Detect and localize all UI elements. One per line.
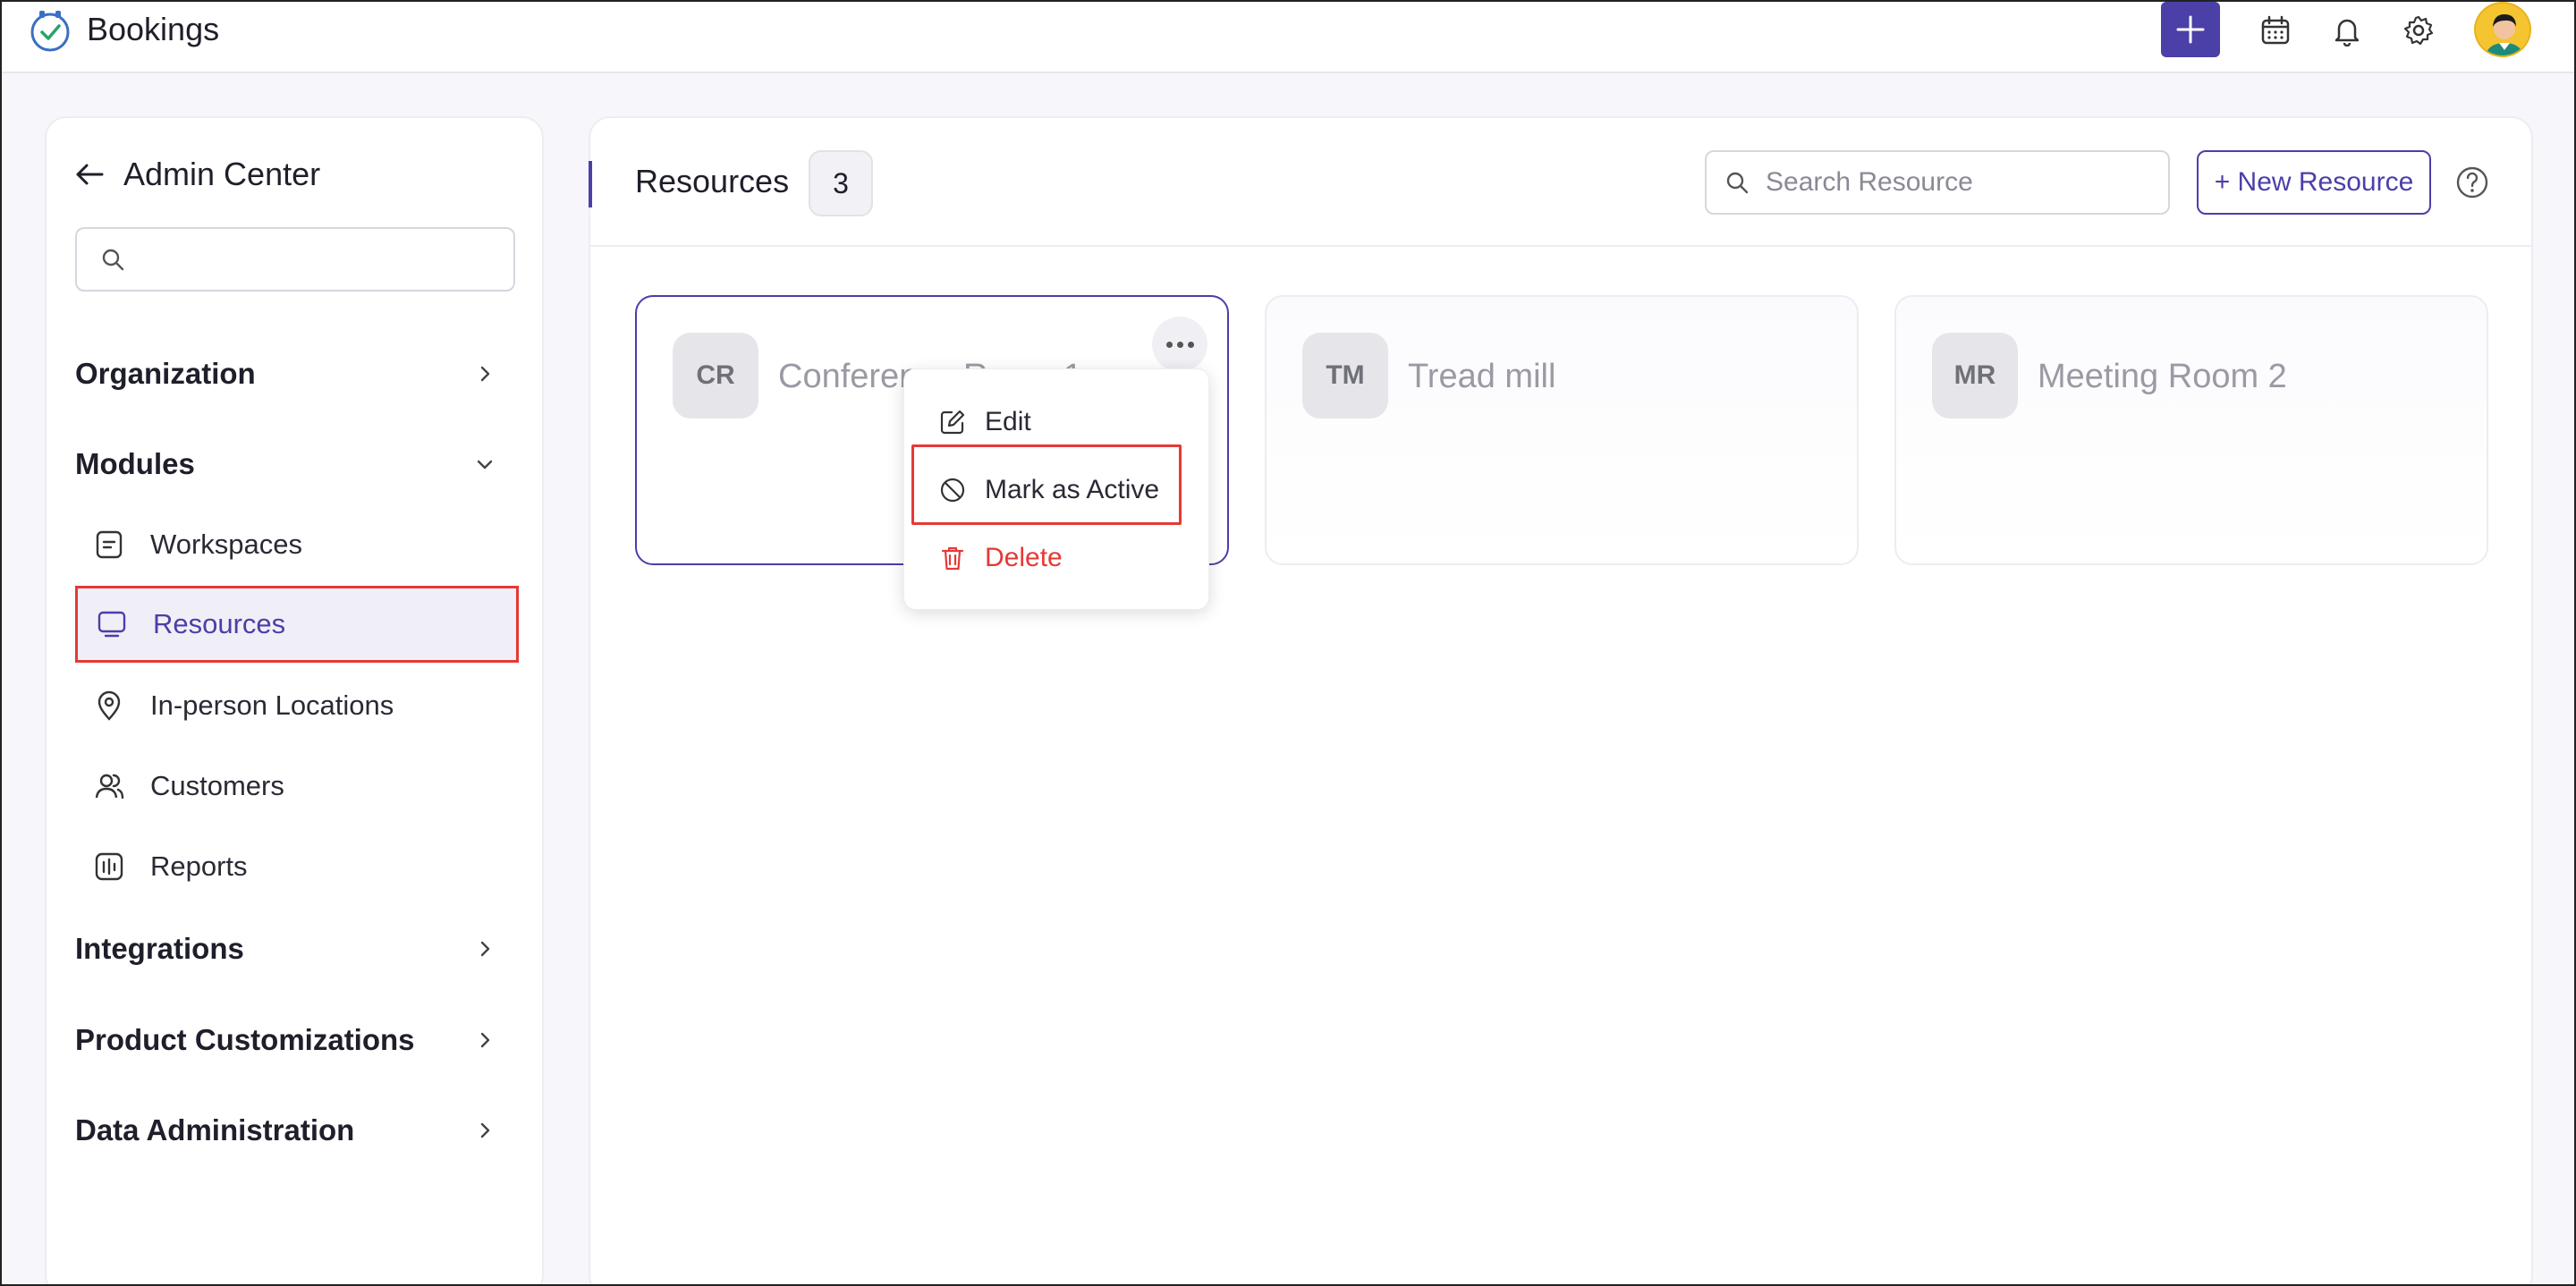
- nav-section-organization[interactable]: Organization: [75, 347, 496, 401]
- nav-section-label: Product Customizations: [75, 1023, 415, 1056]
- user-avatar[interactable]: [2474, 2, 2531, 57]
- chevron-right-icon: [480, 1032, 490, 1048]
- sidebar-item-label: In-person Locations: [150, 690, 394, 721]
- sidebar-search[interactable]: [75, 227, 515, 292]
- sidebar-item-reports[interactable]: Reports: [75, 828, 519, 905]
- new-resource-button[interactable]: + New Resource: [2197, 150, 2431, 215]
- resources-panel: Resources 3 + New Resource CR Conference…: [589, 116, 2533, 1286]
- nav-section-label: Modules: [75, 447, 195, 480]
- app-title: Bookings: [87, 11, 220, 47]
- sidebar-item-workspaces[interactable]: Workspaces: [75, 506, 519, 583]
- bell-icon: [2334, 19, 2360, 47]
- sidebar-item-in-person-locations[interactable]: In-person Locations: [75, 667, 519, 744]
- menu-item-delete[interactable]: Delete: [938, 543, 1063, 573]
- users-icon: [91, 768, 127, 804]
- calendar-icon: [2261, 15, 2290, 45]
- back-to-admin-center[interactable]: Admin Center: [73, 156, 320, 193]
- monitor-icon: [94, 606, 130, 642]
- resource-initials: MR: [1932, 333, 2018, 419]
- app-logo-icon: [30, 11, 70, 52]
- resource-name: Tread mill: [1408, 358, 1556, 395]
- resource-search-input[interactable]: [1766, 167, 2141, 198]
- sidebar-item-label: Customers: [150, 770, 284, 801]
- chevron-right-icon: [480, 1122, 490, 1138]
- resource-card[interactable]: MR Meeting Room 2: [1894, 295, 2488, 565]
- menu-item-label: Mark as Active: [985, 475, 1160, 504]
- report-icon: [91, 849, 127, 884]
- document-icon: [91, 527, 127, 563]
- page-title: Resources: [635, 163, 790, 199]
- title-accent-bar: [589, 161, 592, 207]
- menu-item-label: Delete: [985, 543, 1063, 572]
- nav-section-label: Organization: [75, 357, 256, 390]
- nav-section-modules[interactable]: Modules: [75, 437, 496, 491]
- nav-section-label: Integrations: [75, 932, 244, 965]
- more-options-button[interactable]: [1152, 317, 1208, 372]
- admin-sidebar: Admin Center Organization Modules Worksp…: [45, 116, 544, 1286]
- arrow-left-icon: [76, 164, 104, 185]
- nav-section-label: Data Administration: [75, 1113, 355, 1146]
- ban-icon: [940, 478, 965, 503]
- settings-button[interactable]: [2401, 13, 2436, 48]
- create-button[interactable]: [2161, 2, 2220, 57]
- gear-icon: [2403, 15, 2434, 46]
- search-icon: [102, 249, 124, 271]
- search-icon: [1726, 172, 1749, 194]
- resource-card[interactable]: TM Tread mill: [1265, 295, 1859, 565]
- resource-search[interactable]: [1705, 150, 2170, 215]
- menu-item-edit[interactable]: Edit: [938, 407, 1031, 437]
- menu-item-label: Edit: [985, 407, 1031, 436]
- chevron-right-icon: [480, 941, 490, 957]
- top-bar: Bookings: [0, 0, 2576, 73]
- nav-section-data-administration[interactable]: Data Administration: [75, 1104, 496, 1157]
- sidebar-item-customers[interactable]: Customers: [75, 748, 519, 825]
- sidebar-item-resources[interactable]: Resources: [75, 586, 519, 663]
- notifications-button[interactable]: [2329, 13, 2365, 48]
- sidebar-item-label: Reports: [150, 850, 248, 882]
- chevron-right-icon: [480, 366, 490, 382]
- resource-context-menu: Edit Mark as Active Delete: [903, 368, 1209, 610]
- edit-icon: [940, 410, 965, 435]
- sidebar-title: Admin Center: [123, 156, 321, 192]
- plus-icon: [2176, 15, 2205, 44]
- nav-section-product-customizations[interactable]: Product Customizations: [75, 1013, 496, 1067]
- more-dots-icon: [1165, 341, 1173, 348]
- location-pin-icon: [91, 688, 127, 723]
- sidebar-search-input[interactable]: [140, 244, 497, 275]
- sidebar-item-label: Resources: [153, 608, 286, 639]
- calendar-button[interactable]: [2258, 13, 2293, 48]
- help-icon[interactable]: [2454, 165, 2490, 200]
- nav-section-integrations[interactable]: Integrations: [75, 922, 496, 976]
- resource-name: Meeting Room 2: [2038, 358, 2287, 395]
- user-avatar-icon: [2476, 4, 2529, 55]
- sidebar-item-label: Workspaces: [150, 529, 302, 560]
- resource-initials: TM: [1302, 333, 1388, 419]
- header-divider: [590, 245, 2531, 247]
- trash-icon: [941, 546, 964, 571]
- chevron-down-icon: [477, 460, 493, 470]
- resource-count-badge: 3: [809, 150, 873, 216]
- menu-item-mark-as-active[interactable]: Mark as Active: [938, 475, 1159, 505]
- resource-initials: CR: [673, 333, 758, 419]
